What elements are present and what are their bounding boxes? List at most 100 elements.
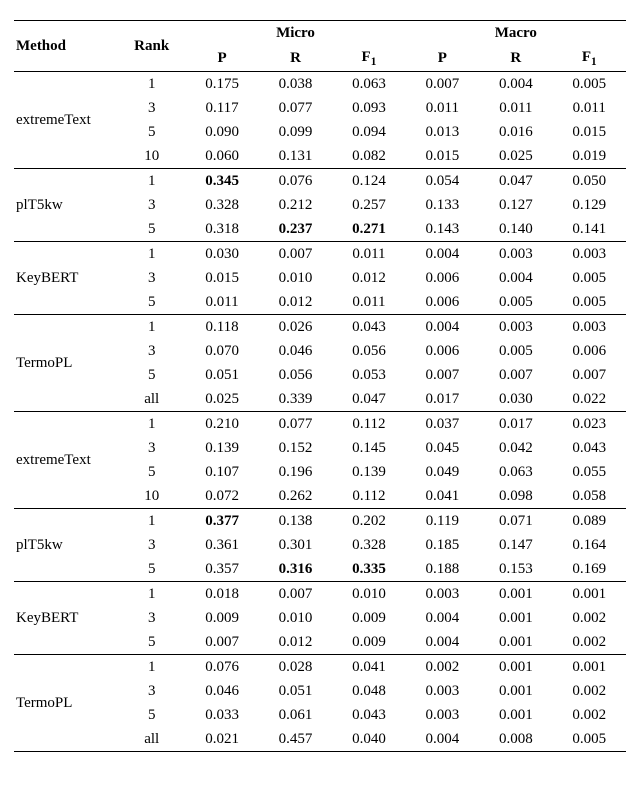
value-cell: 0.143 [406, 217, 479, 242]
value-cell: 0.009 [332, 630, 405, 655]
value-cell: 0.237 [259, 217, 332, 242]
value-cell: 0.051 [185, 363, 258, 387]
value-cell: 0.012 [259, 290, 332, 315]
method-cell: TermoPL [14, 315, 118, 412]
value-cell: 0.007 [553, 363, 626, 387]
value-cell: 0.045 [406, 436, 479, 460]
value-cell: 0.006 [406, 290, 479, 315]
value-cell: 0.127 [479, 193, 552, 217]
value-cell: 0.055 [553, 460, 626, 484]
table-row: extremeText10.2100.0770.1120.0370.0170.0… [14, 412, 626, 437]
value-cell: 0.005 [553, 266, 626, 290]
value-cell: 0.099 [259, 120, 332, 144]
value-cell: 0.046 [259, 339, 332, 363]
method-cell: KeyBERT [14, 582, 118, 655]
header-macro-r: R [479, 45, 552, 72]
value-cell: 0.006 [406, 339, 479, 363]
header-rank: Rank [118, 21, 185, 72]
value-cell: 0.257 [332, 193, 405, 217]
value-cell: 0.328 [185, 193, 258, 217]
value-cell: 0.196 [259, 460, 332, 484]
value-cell: 0.139 [185, 436, 258, 460]
rank-cell: 3 [118, 266, 185, 290]
value-cell: 0.007 [259, 242, 332, 267]
value-cell: 0.112 [332, 412, 405, 437]
value-cell: 0.018 [185, 582, 258, 607]
header-group-micro: Micro [185, 21, 405, 46]
value-cell: 0.318 [185, 217, 258, 242]
value-cell: 0.002 [553, 703, 626, 727]
rank-cell: 1 [118, 582, 185, 607]
rank-cell: 5 [118, 703, 185, 727]
value-cell: 0.339 [259, 387, 332, 412]
value-cell: 0.316 [259, 557, 332, 582]
value-cell: 0.056 [259, 363, 332, 387]
value-cell: 0.002 [406, 655, 479, 680]
value-cell: 0.345 [185, 169, 258, 194]
value-cell: 0.107 [185, 460, 258, 484]
value-cell: 0.011 [332, 242, 405, 267]
table-body: extremeText10.1750.0380.0630.0070.0040.0… [14, 72, 626, 752]
table-row: plT5kw10.3770.1380.2020.1190.0710.089 [14, 509, 626, 534]
rank-cell: all [118, 387, 185, 412]
value-cell: 0.030 [479, 387, 552, 412]
rank-cell: 3 [118, 606, 185, 630]
value-cell: 0.071 [479, 509, 552, 534]
value-cell: 0.357 [185, 557, 258, 582]
value-cell: 0.005 [553, 290, 626, 315]
value-cell: 0.093 [332, 96, 405, 120]
header-macro-f1: F1 [553, 45, 626, 72]
value-cell: 0.003 [553, 315, 626, 340]
table-header: Method Rank Micro Macro P R F1 P R F1 [14, 21, 626, 72]
value-cell: 0.140 [479, 217, 552, 242]
value-cell: 0.042 [479, 436, 552, 460]
value-cell: 0.007 [406, 363, 479, 387]
value-cell: 0.003 [406, 703, 479, 727]
value-cell: 0.025 [479, 144, 552, 169]
value-cell: 0.089 [553, 509, 626, 534]
value-cell: 0.016 [479, 120, 552, 144]
value-cell: 0.060 [185, 144, 258, 169]
value-cell: 0.094 [332, 120, 405, 144]
value-cell: 0.004 [406, 242, 479, 267]
value-cell: 0.023 [553, 412, 626, 437]
value-cell: 0.003 [479, 242, 552, 267]
value-cell: 0.005 [553, 72, 626, 97]
rank-cell: 3 [118, 339, 185, 363]
value-cell: 0.335 [332, 557, 405, 582]
value-cell: 0.124 [332, 169, 405, 194]
value-cell: 0.019 [553, 144, 626, 169]
value-cell: 0.002 [553, 679, 626, 703]
value-cell: 0.117 [185, 96, 258, 120]
value-cell: 0.022 [553, 387, 626, 412]
value-cell: 0.002 [553, 606, 626, 630]
value-cell: 0.028 [259, 655, 332, 680]
value-cell: 0.139 [332, 460, 405, 484]
header-micro-f1: F1 [332, 45, 405, 72]
value-cell: 0.030 [185, 242, 258, 267]
value-cell: 0.006 [553, 339, 626, 363]
rank-cell: 1 [118, 242, 185, 267]
value-cell: 0.040 [332, 727, 405, 752]
value-cell: 0.010 [332, 582, 405, 607]
value-cell: 0.043 [553, 436, 626, 460]
value-cell: 0.063 [332, 72, 405, 97]
value-cell: 0.015 [406, 144, 479, 169]
value-cell: 0.076 [185, 655, 258, 680]
value-cell: 0.185 [406, 533, 479, 557]
table-row: KeyBERT10.0180.0070.0100.0030.0010.001 [14, 582, 626, 607]
value-cell: 0.011 [406, 96, 479, 120]
value-cell: 0.033 [185, 703, 258, 727]
value-cell: 0.008 [479, 727, 552, 752]
value-cell: 0.011 [332, 290, 405, 315]
value-cell: 0.058 [553, 484, 626, 509]
value-cell: 0.007 [185, 630, 258, 655]
value-cell: 0.169 [553, 557, 626, 582]
rank-cell: 1 [118, 315, 185, 340]
rank-cell: 10 [118, 484, 185, 509]
value-cell: 0.047 [332, 387, 405, 412]
value-cell: 0.001 [479, 679, 552, 703]
value-cell: 0.043 [332, 315, 405, 340]
value-cell: 0.006 [406, 266, 479, 290]
value-cell: 0.077 [259, 96, 332, 120]
